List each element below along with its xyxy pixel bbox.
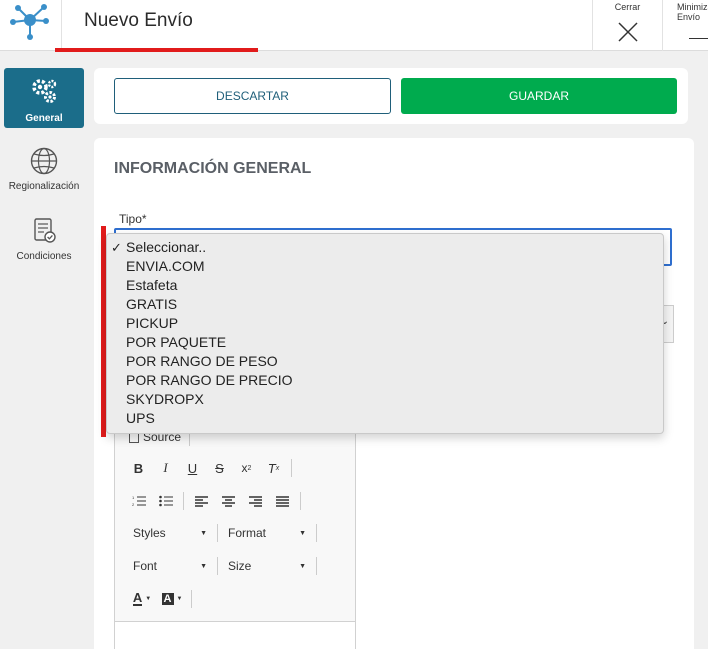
background-color-icon[interactable]: A ▼ (157, 588, 187, 610)
bold-icon[interactable]: B (125, 457, 152, 479)
toolbar-separator (316, 557, 317, 575)
sidebar-item-regionalizacion[interactable]: Regionalización (4, 146, 84, 192)
minimize-icon (689, 38, 708, 39)
sidebar-item-label: Condiciones (16, 251, 72, 262)
dropdown-option[interactable]: Seleccionar.. (126, 238, 206, 257)
minimize-button[interactable]: Minimiza Envío (662, 0, 708, 51)
section-title: INFORMACIÓN GENERAL (114, 160, 312, 177)
title-underline (55, 48, 258, 52)
toolbar-separator (300, 492, 301, 510)
toolbar-separator (191, 590, 192, 608)
rich-text-editor: Source B I U S x2 Tx 12 Styles ▼ Format … (114, 416, 356, 649)
globe-icon (30, 147, 58, 175)
chevron-down-icon: ▼ (200, 562, 207, 570)
close-icon (617, 22, 638, 42)
svg-text:1: 1 (132, 495, 135, 500)
action-bar: DESCARTAR GUARDAR (94, 68, 688, 124)
sidebar-item-condiciones[interactable]: Condiciones (4, 216, 84, 262)
text-color-icon[interactable]: A ▼ (127, 588, 157, 610)
styles-label: Styles (133, 526, 166, 540)
dropdown-option[interactable]: POR RANGO DE PRECIO (126, 371, 292, 390)
svg-text:2: 2 (132, 502, 135, 507)
app-logo[interactable] (0, 0, 62, 51)
styles-combo[interactable]: Styles ▼ (127, 522, 213, 544)
toolbar-row-colors: A ▼ A ▼ (127, 587, 196, 611)
align-right-icon[interactable] (242, 490, 269, 512)
dropdown-option[interactable]: Estafeta (126, 276, 177, 295)
chevron-down-icon: ▼ (299, 529, 306, 537)
format-label: Format (228, 526, 267, 540)
toolbar-row-lists: 12 (125, 489, 305, 513)
align-center-icon[interactable] (215, 490, 242, 512)
chevron-down-icon: ▼ (200, 529, 207, 537)
tipo-label: Tipo* (119, 212, 147, 226)
remove-format-icon[interactable]: Tx (260, 457, 287, 479)
dropdown-option[interactable]: PICKUP (126, 314, 178, 333)
size-label: Size (228, 559, 252, 573)
italic-icon[interactable]: I (152, 457, 179, 479)
close-label: Cerrar (614, 2, 641, 12)
dropdown-option[interactable]: POR RANGO DE PESO (126, 352, 278, 371)
sidebar-item-label: General (25, 113, 63, 124)
toolbar-separator (183, 492, 184, 510)
page-title: Nuevo Envío (84, 10, 193, 31)
strikethrough-icon[interactable]: S (206, 457, 233, 479)
document-check-icon (34, 218, 56, 243)
dropdown-option[interactable]: POR PAQUETE (126, 333, 226, 352)
toolbar-row-font: Font ▼ Size ▼ (127, 554, 321, 578)
sidebar-item-label: Regionalización (8, 181, 80, 192)
minimize-label: Minimiza Envío (677, 2, 708, 22)
font-combo[interactable]: Font ▼ (127, 555, 213, 577)
checkmark-icon: ✓ (111, 240, 122, 255)
dropdown-option[interactable]: GRATIS (126, 295, 177, 314)
toolbar-separator (316, 524, 317, 542)
gears-icon (32, 79, 57, 103)
toolbar-separator (217, 524, 218, 542)
toolbar-row-styles: Styles ▼ Format ▼ (127, 521, 321, 545)
toolbar-row-format: B I U S x2 Tx (125, 456, 296, 480)
discard-button[interactable]: DESCARTAR (114, 78, 391, 114)
justify-icon[interactable] (269, 490, 296, 512)
toolbar-separator (217, 557, 218, 575)
dropdown-option[interactable]: SKYDROPX (126, 390, 204, 409)
app-header: Nuevo Envío Cerrar Minimiza Envío (0, 0, 708, 52)
toolbar-separator (291, 459, 292, 477)
format-combo[interactable]: Format ▼ (222, 522, 312, 544)
save-button[interactable]: GUARDAR (401, 78, 677, 114)
editor-content-area[interactable] (115, 621, 355, 649)
chevron-down-icon: ▼ (299, 562, 306, 570)
tipo-dropdown-list: ✓ Seleccionar.. ENVIA.COM Estafeta GRATI… (106, 233, 664, 434)
close-button[interactable]: Cerrar (592, 0, 662, 51)
network-logo-icon (10, 4, 49, 40)
sidebar-item-general[interactable]: General (4, 68, 84, 128)
font-label: Font (133, 559, 158, 573)
underline-icon[interactable]: U (179, 457, 206, 479)
subscript-icon[interactable]: x2 (233, 457, 260, 479)
align-left-icon[interactable] (188, 490, 215, 512)
numbered-list-icon[interactable]: 12 (125, 490, 152, 512)
bulleted-list-icon[interactable] (152, 490, 179, 512)
dropdown-option[interactable]: ENVIA.COM (126, 257, 205, 276)
size-combo[interactable]: Size ▼ (222, 555, 312, 577)
dropdown-option[interactable]: UPS (126, 409, 155, 428)
